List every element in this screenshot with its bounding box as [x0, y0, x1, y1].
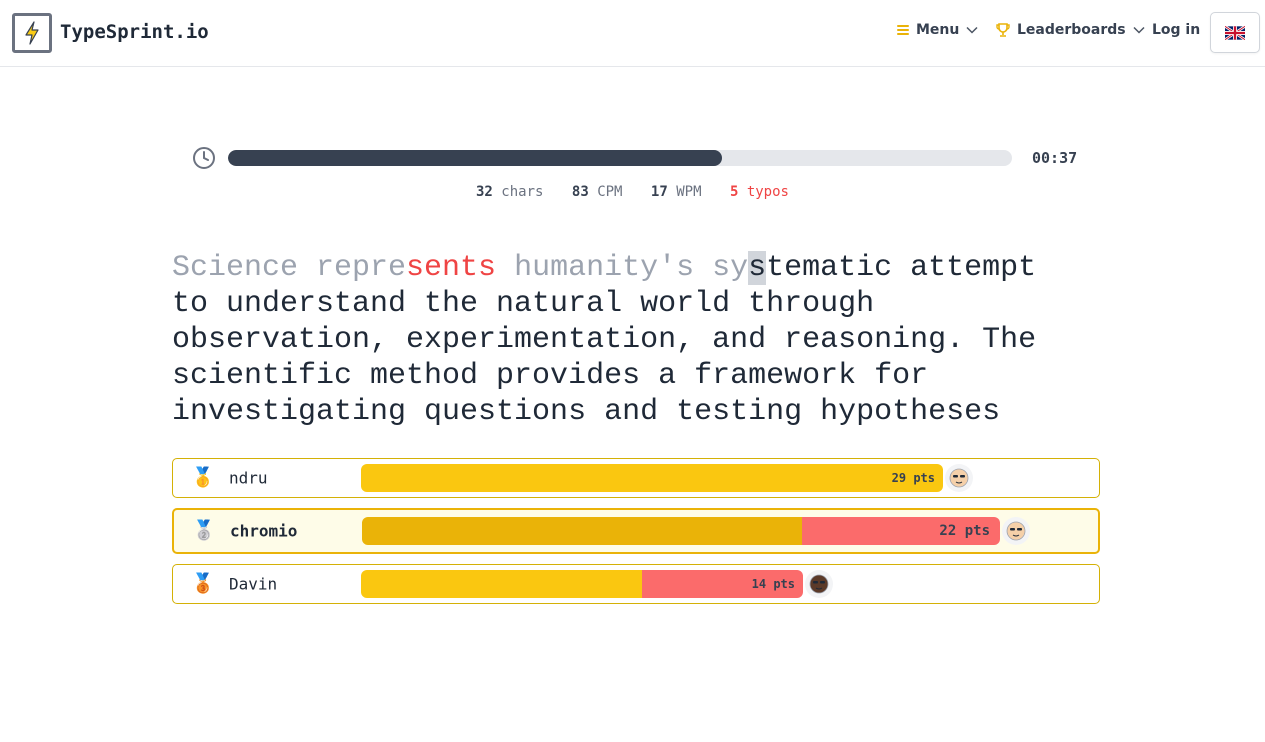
typing-text[interactable]: Science represents humanity's systematic… — [172, 250, 1072, 430]
hamburger-icon — [896, 24, 910, 36]
racer-name: Davin — [229, 574, 278, 594]
time-progress-bar — [228, 150, 1012, 166]
race-row: 🥉 Davin 14 pts — [172, 564, 1100, 604]
nav-menu-button[interactable]: Menu — [896, 22, 978, 38]
gold-medal-icon: 🥇 — [191, 466, 215, 489]
stat-cpm: 83 CPM — [571, 184, 623, 200]
stat-typos: 5 typos — [729, 184, 789, 200]
race-row: 🥇 ndru 29 pts — [172, 458, 1100, 498]
racer-avatar — [1002, 517, 1030, 545]
racer-progress-bar — [362, 517, 1000, 545]
racer-progress-correct — [361, 570, 642, 598]
stats-bar: 32 chars 83 CPM 17 WPM 5 typos — [0, 184, 1265, 200]
language-button[interactable] — [1210, 12, 1260, 53]
time-progress-fill — [228, 150, 722, 166]
racer-progress-correct — [361, 464, 943, 492]
nav-menu-label: Menu — [916, 22, 960, 38]
race-row: 🥈 chromio 22 pts — [172, 508, 1100, 554]
uk-flag-icon — [1225, 25, 1245, 40]
stat-wpm: 17 WPM — [650, 184, 702, 200]
silver-medal-icon: 🥈 — [192, 519, 216, 542]
trophy-icon — [995, 22, 1011, 38]
racer-avatar — [945, 464, 973, 492]
racer-progress-bar — [361, 570, 803, 598]
chevron-down-icon — [1133, 26, 1145, 34]
nav-leaderboards-label: Leaderboards — [1017, 22, 1126, 38]
logo[interactable] — [12, 13, 52, 53]
timer-readout: 00:37 — [1032, 149, 1078, 167]
lightning-bolt-icon — [25, 21, 39, 45]
racer-progress-bar — [361, 464, 943, 492]
racer-points: 29 pts — [891, 471, 935, 485]
racer-points: 22 pts — [939, 523, 990, 539]
top-header: TypeSprint.io Menu Leaderboards Log in — [0, 0, 1265, 67]
chevron-down-icon — [966, 26, 978, 34]
login-link[interactable]: Log in — [1152, 22, 1200, 38]
error-text: sents — [406, 251, 497, 285]
typed-text: Science repre — [172, 251, 407, 285]
nav-leaderboards-button[interactable]: Leaderboards — [995, 22, 1145, 38]
brand-name[interactable]: TypeSprint.io — [60, 21, 209, 43]
racer-avatar — [805, 570, 833, 598]
clock-icon — [193, 147, 215, 169]
racer-progress-correct — [362, 517, 802, 545]
cursor-char: s — [748, 251, 767, 285]
bronze-medal-icon: 🥉 — [191, 572, 215, 595]
typed-text: humanity's sy — [496, 251, 749, 285]
racer-points: 14 pts — [751, 577, 795, 591]
racer-name: chromio — [230, 521, 298, 541]
stat-chars: 32 chars — [476, 184, 544, 200]
racer-name: ndru — [229, 468, 268, 488]
